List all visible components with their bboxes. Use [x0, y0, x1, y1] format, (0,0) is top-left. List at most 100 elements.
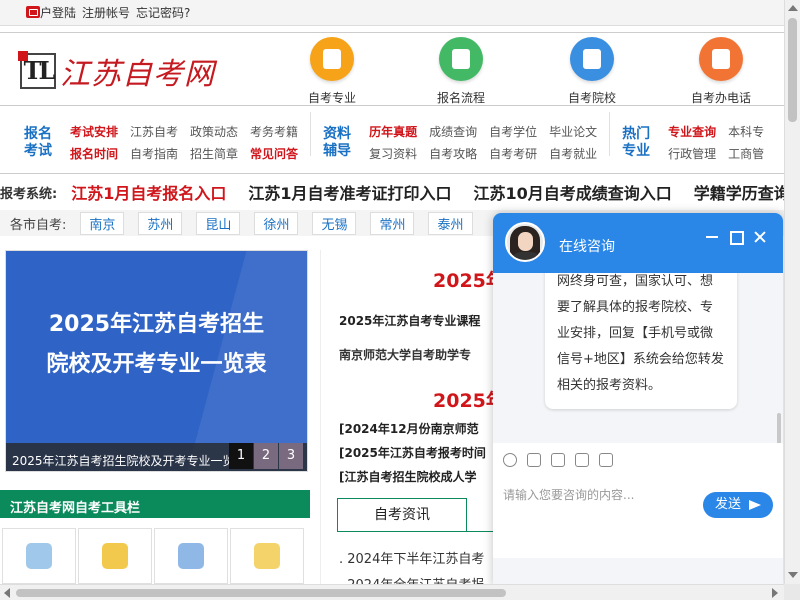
menu-link[interactable]: 毕业论文 — [549, 123, 597, 140]
phone-icon — [699, 37, 743, 81]
menu-link[interactable]: 自考学位 — [489, 123, 537, 140]
city-link[interactable]: 徐州 — [254, 211, 299, 235]
menu-link[interactable]: 报名时间 — [70, 145, 118, 162]
vertical-scrollbar[interactable] — [784, 0, 800, 584]
city-link[interactable]: 泰州 — [428, 211, 473, 235]
menu-link[interactable]: 行政管理 — [668, 145, 716, 162]
close-icon[interactable] — [752, 229, 768, 245]
center-link[interactable]: [2025年江苏自考报考时间 — [339, 444, 486, 461]
screenshot-icon[interactable] — [551, 453, 565, 467]
emoji-icon[interactable] — [503, 453, 517, 467]
menu-link[interactable]: 考试安排 — [70, 123, 118, 140]
menu-group-majors: 热门专业 专业查询 行政管理 本科专 工商管 — [610, 112, 764, 173]
notice-link-records[interactable]: 学籍学历查询系 — [694, 180, 784, 204]
menu-link[interactable]: 招生简章 — [190, 145, 238, 162]
notice-link-register[interactable]: 江苏1月自考报名入口 — [71, 180, 226, 204]
city-link[interactable]: 昆山 — [196, 211, 241, 235]
menu-link[interactable]: 江苏自考 — [130, 123, 178, 140]
banner-line-1: 2025年江苏自考招生 — [48, 312, 265, 337]
chat-messages[interactable]: 网终身可查，国家认可、想要了解具体的报考院校、专业安排，回复【手机号或微信号+地… — [493, 273, 783, 443]
city-link[interactable]: 常州 — [370, 211, 415, 235]
menu-link[interactable]: 自考攻略 — [429, 145, 477, 162]
nav-process[interactable]: 报名流程 — [421, 37, 501, 106]
carousel-page-1[interactable]: 1 — [229, 443, 253, 469]
scroll-down-arrow-icon[interactable] — [788, 572, 798, 578]
shield-icon[interactable] — [575, 453, 589, 467]
city-link[interactable]: 无锡 — [312, 211, 357, 235]
image-icon[interactable] — [527, 453, 541, 467]
notice-label: 报考系统: — [0, 186, 58, 202]
top-login-bar: 用户登陆 注册帐号 忘记密码? — [0, 0, 784, 26]
vertical-scroll-thumb[interactable] — [788, 18, 797, 122]
horizontal-scroll-thumb[interactable] — [16, 589, 506, 597]
chat-input[interactable]: 请输入您要咨询的内容... — [503, 486, 634, 503]
tool-clock[interactable] — [230, 528, 304, 584]
banner-headline: 2025年江苏自考招生 院校及开考专业一览表 — [6, 305, 307, 385]
nav-school[interactable]: 自考院校 — [552, 37, 632, 106]
question-icon — [102, 543, 128, 569]
maximize-icon[interactable] — [728, 229, 744, 245]
carousel-page-2[interactable]: 2 — [254, 443, 278, 469]
news-item[interactable]: . 2024年下半年江苏自考 — [339, 548, 484, 567]
register-link[interactable]: 注册帐号 — [82, 4, 130, 21]
chat-header: 在线咨询 — [493, 213, 783, 273]
checklist-icon — [439, 37, 483, 81]
send-button[interactable]: 发送 — [703, 492, 773, 518]
scroll-right-arrow-icon[interactable] — [772, 588, 778, 598]
tool-document[interactable] — [2, 528, 76, 584]
center-link[interactable]: 南京师范大学自考助学专 — [339, 346, 471, 363]
tool-book[interactable] — [154, 528, 228, 584]
menu-col: 自考学位 自考考研 — [489, 123, 537, 162]
tool-question[interactable] — [78, 528, 152, 584]
menu-link[interactable]: 工商管 — [728, 145, 764, 162]
notice-link-admission-ticket[interactable]: 江苏1月自考准考证打印入口 — [248, 180, 451, 204]
nav-phone[interactable]: 自考办电话 — [681, 37, 761, 106]
menu-group-exam: 报名考试 考试安排 报名时间 江苏自考 自考指南 政策动态 招生简章 考务考籍 … — [0, 112, 298, 173]
city-link[interactable]: 苏州 — [138, 211, 183, 235]
login-icon — [26, 6, 40, 18]
menu-link[interactable]: 本科专 — [728, 123, 764, 140]
menu-link[interactable]: 政策动态 — [190, 123, 238, 140]
tool-bar-title: 江苏自考网自考工具栏 — [0, 490, 310, 518]
minimize-icon[interactable] — [704, 229, 720, 245]
nav-school-label: 自考院校 — [567, 91, 616, 105]
nav-phone-label: 自考办电话 — [690, 91, 751, 105]
avatar — [505, 222, 545, 262]
chat-toolbar — [503, 453, 613, 467]
menu-link[interactable]: 复习资料 — [369, 145, 417, 162]
tab-news[interactable]: 自考资讯 — [337, 498, 467, 532]
clock-icon — [254, 543, 280, 569]
menu-col: 专业查询 行政管理 — [668, 123, 716, 162]
scroll-left-arrow-icon[interactable] — [4, 588, 10, 598]
horizontal-scrollbar[interactable] — [0, 584, 784, 600]
tool-icons — [0, 528, 310, 584]
chat-scrollbar[interactable] — [777, 413, 781, 443]
menu-link[interactable]: 自考指南 — [130, 145, 178, 162]
menu-head-majors[interactable]: 热门专业 — [616, 126, 656, 160]
menu-link[interactable]: 历年真题 — [369, 123, 417, 140]
menu-link[interactable]: 考务考籍 — [250, 123, 298, 140]
nav-major[interactable]: 自考专业 — [292, 37, 372, 106]
online-chat-panel: 在线咨询 网终身可查，国家认可、想要了解具体的报考院校、专业安排，回复【手机号或… — [493, 213, 783, 587]
scroll-up-arrow-icon[interactable] — [788, 5, 798, 11]
menu-link[interactable]: 常见问答 — [250, 145, 298, 162]
volume-icon[interactable] — [599, 453, 613, 467]
menu-link[interactable]: 成绩查询 — [429, 123, 477, 140]
center-link[interactable]: 2025年江苏自考专业课程 — [339, 312, 480, 329]
quick-nav: 自考专业 报名流程 自考院校 自考办电话 — [0, 33, 784, 107]
forgot-password-link[interactable]: 忘记密码? — [136, 4, 190, 21]
center-link[interactable]: [2024年12月份南京师范 — [339, 420, 479, 437]
carousel-page-3[interactable]: 3 — [279, 443, 303, 469]
menu-link[interactable]: 专业查询 — [668, 123, 716, 140]
notice-link-score[interactable]: 江苏10月自考成绩查询入口 — [473, 180, 671, 204]
city-link[interactable]: 南京 — [80, 211, 125, 235]
menu-link[interactable]: 自考就业 — [549, 145, 597, 162]
menu-link[interactable]: 自考考研 — [489, 145, 537, 162]
center-link[interactable]: [江苏自考招生院校成人学 — [339, 468, 477, 485]
city-label: 各市自考: — [10, 217, 67, 233]
menu-head-exam[interactable]: 报名考试 — [18, 126, 58, 160]
menu-col: 历年真题 复习资料 — [369, 123, 417, 162]
menu-head-materials[interactable]: 资料辅导 — [317, 126, 357, 160]
avatar-body — [511, 252, 541, 260]
banner-carousel[interactable]: 2025年江苏自考招生 院校及开考专业一览表 2025年江苏自考招生院校及开考专… — [5, 250, 308, 472]
